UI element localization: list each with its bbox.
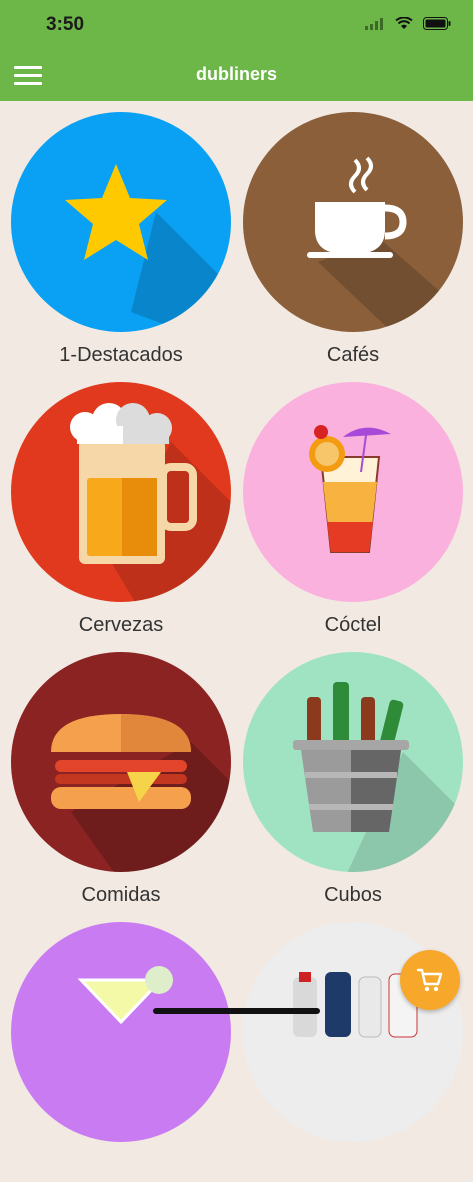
category-cervezas-image bbox=[11, 382, 231, 602]
app-title: dubliners bbox=[195, 64, 277, 84]
category-cafes[interactable]: Cafés bbox=[243, 112, 473, 372]
signal-icon bbox=[365, 17, 383, 30]
category-cubos-label: Cubos bbox=[324, 884, 382, 906]
status-icons bbox=[365, 17, 451, 30]
category-cervezas[interactable]: Cervezas bbox=[11, 382, 241, 642]
home-indicator[interactable] bbox=[153, 1008, 320, 1014]
category-destacados[interactable]: 1-Destacados bbox=[11, 112, 241, 372]
wifi-icon bbox=[395, 17, 413, 29]
battery-icon bbox=[423, 17, 451, 30]
app-header: dubliners bbox=[0, 50, 473, 101]
category-coctel-image bbox=[243, 382, 463, 602]
category-cubos[interactable]: Cubos bbox=[243, 652, 473, 912]
category-destacados-image bbox=[11, 112, 231, 332]
category-coctel-label: Cóctel bbox=[324, 614, 382, 636]
burger-icon bbox=[51, 714, 191, 809]
category-destacados-label: 1-Destacados bbox=[59, 344, 183, 366]
category-martini-image bbox=[11, 922, 231, 1142]
category-cafes-image bbox=[243, 112, 463, 332]
category-cervezas-label: Cervezas bbox=[78, 614, 164, 636]
category-cubos-image bbox=[243, 652, 463, 872]
category-comidas[interactable]: Comidas bbox=[11, 652, 241, 912]
category-martini[interactable] bbox=[11, 922, 241, 1182]
cart-button[interactable] bbox=[400, 950, 460, 1010]
status-bar: 3:50 bbox=[0, 0, 473, 50]
category-comidas-label: Comidas bbox=[81, 884, 161, 906]
cart-icon bbox=[416, 968, 443, 992]
category-coctel[interactable]: Cóctel bbox=[243, 382, 473, 642]
category-cafes-label: Cafés bbox=[326, 344, 380, 366]
status-time: 3:50 bbox=[46, 14, 85, 35]
category-comidas-image bbox=[11, 652, 231, 872]
